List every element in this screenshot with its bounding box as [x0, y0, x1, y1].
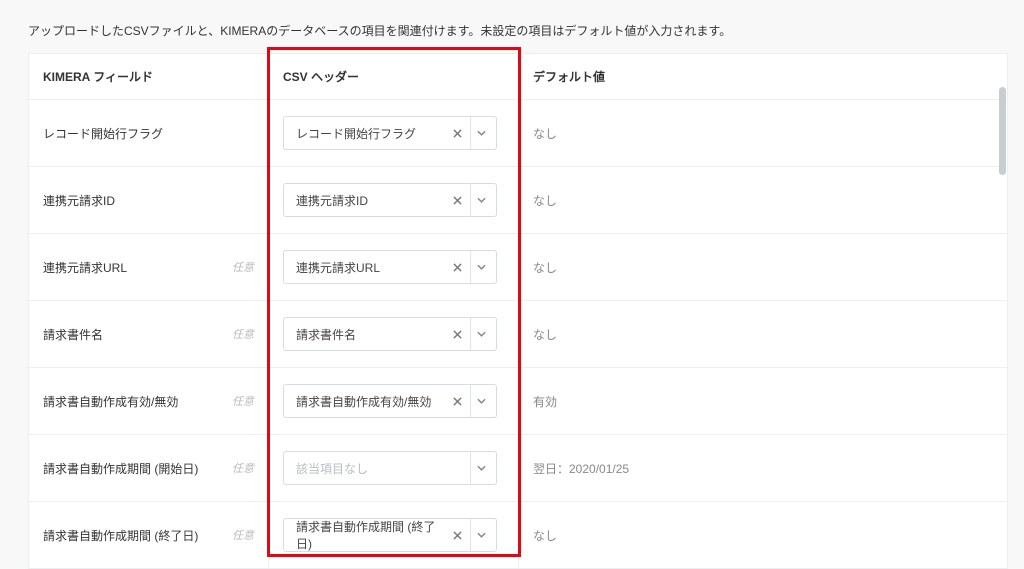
- csv-header-select[interactable]: 請求書件名: [283, 317, 497, 351]
- chevron-down-icon[interactable]: [470, 116, 492, 150]
- table-row: 請求書自動作成期間 (開始日) 任意 該当項目なし 翌日：2020/01/25: [29, 435, 1008, 502]
- mapping-table-wrap: KIMERA フィールド CSV ヘッダー デフォルト値 レコード開始行フラグレ…: [28, 53, 1008, 569]
- clear-icon[interactable]: [447, 190, 467, 210]
- table-row: レコード開始行フラグ レコード開始行フラグ なし: [29, 100, 1008, 167]
- clear-icon[interactable]: [447, 324, 467, 344]
- table-row: 連携元請求URL 任意 連携元請求URL なし: [29, 234, 1008, 301]
- default-value: なし: [533, 328, 557, 342]
- optional-badge: 任意: [232, 460, 254, 476]
- select-value: 連携元請求URL: [296, 259, 380, 276]
- select-value: 連携元請求ID: [296, 192, 368, 209]
- optional-badge: 任意: [232, 527, 254, 543]
- page-description: アップロードしたCSVファイルと、KIMERAのデータベースの項目を関連付けます…: [28, 22, 1024, 39]
- chevron-down-icon[interactable]: [470, 250, 492, 284]
- optional-badge: 任意: [232, 259, 254, 275]
- clear-icon[interactable]: [447, 123, 467, 143]
- chevron-down-icon[interactable]: [470, 183, 492, 217]
- default-value: 有効: [533, 395, 557, 409]
- default-value: なし: [533, 529, 557, 543]
- csv-header-select[interactable]: 請求書自動作成有効/無効: [283, 384, 497, 418]
- field-label: 請求書件名: [43, 326, 103, 343]
- csv-header-select[interactable]: 連携元請求ID: [283, 183, 497, 217]
- chevron-down-icon[interactable]: [470, 518, 492, 552]
- field-label: 連携元請求ID: [43, 192, 115, 209]
- table-row: 請求書件名 任意 請求書件名 なし: [29, 301, 1008, 368]
- mapping-table: KIMERA フィールド CSV ヘッダー デフォルト値 レコード開始行フラグレ…: [28, 53, 1008, 569]
- header-field: KIMERA フィールド: [29, 54, 269, 100]
- csv-header-select[interactable]: 連携元請求URL: [283, 250, 497, 284]
- default-value: 翌日：2020/01/25: [533, 462, 629, 476]
- table-row: 連携元請求ID 連携元請求ID なし: [29, 167, 1008, 234]
- select-value: レコード開始行フラグ: [296, 125, 416, 142]
- select-value: 請求書件名: [296, 326, 356, 343]
- chevron-down-icon[interactable]: [470, 384, 492, 418]
- field-label: レコード開始行フラグ: [43, 125, 163, 142]
- field-label: 請求書自動作成期間 (開始日): [43, 460, 198, 477]
- default-value: なし: [533, 194, 557, 208]
- table-row: 請求書自動作成期間 (終了日) 任意 請求書自動作成期間 (終了日) なし: [29, 502, 1008, 569]
- optional-badge: 任意: [232, 326, 254, 342]
- chevron-down-icon[interactable]: [470, 451, 492, 485]
- csv-header-select[interactable]: 請求書自動作成期間 (終了日): [283, 518, 497, 552]
- field-label: 請求書自動作成有効/無効: [43, 393, 178, 410]
- default-value: なし: [533, 127, 557, 141]
- select-value: 請求書自動作成有効/無効: [296, 393, 431, 410]
- csv-header-select[interactable]: 該当項目なし: [283, 451, 497, 485]
- optional-badge: 任意: [232, 393, 254, 409]
- table-row: 請求書自動作成有効/無効 任意 請求書自動作成有効/無効 有効: [29, 368, 1008, 435]
- field-label: 請求書自動作成期間 (終了日): [43, 527, 198, 544]
- header-csv: CSV ヘッダー: [269, 54, 519, 100]
- field-label: 連携元請求URL: [43, 259, 127, 276]
- select-value: 請求書自動作成期間 (終了日): [296, 518, 447, 552]
- select-value: 該当項目なし: [296, 460, 368, 477]
- clear-icon[interactable]: [447, 391, 467, 411]
- vertical-scrollbar[interactable]: [999, 87, 1006, 175]
- csv-header-select[interactable]: レコード開始行フラグ: [283, 116, 497, 150]
- default-value: なし: [533, 261, 557, 275]
- clear-icon[interactable]: [447, 525, 467, 545]
- clear-icon[interactable]: [447, 257, 467, 277]
- chevron-down-icon[interactable]: [470, 317, 492, 351]
- header-default: デフォルト値: [519, 54, 1008, 100]
